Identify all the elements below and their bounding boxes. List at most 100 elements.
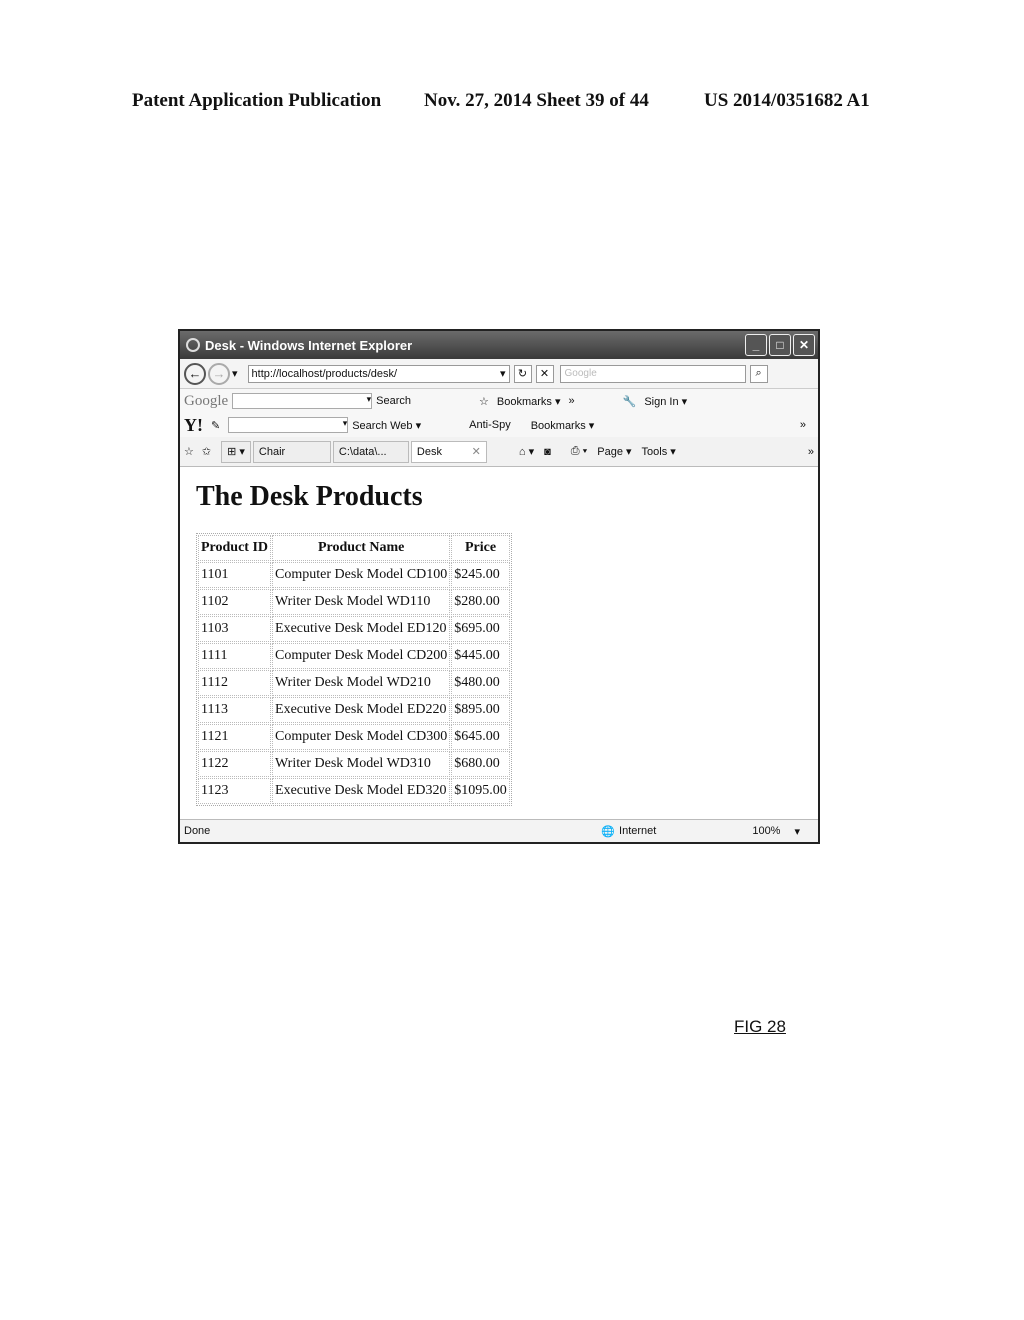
title-bar: Desk - Windows Internet Explorer _ □ ✕ <box>180 331 818 359</box>
publication-type: Patent Application Publication <box>132 90 382 111</box>
zoom-level[interactable]: 100% <box>752 825 780 837</box>
figure-label: FIG 28 <box>734 1017 786 1036</box>
tab-bar: ☆ ✩ ⊞ ▾ Chair C:\data\... Desk ✕ ⌂ ▾ ◙ ⎙ … <box>180 437 818 467</box>
product-id-cell: 1122 <box>198 751 272 777</box>
yahoo-toolbar: Y! ✎ ▾ Search Web ▾ Anti-Spy Bookmarks ▾… <box>180 413 818 437</box>
globe-icon: 🌐 <box>601 825 616 838</box>
status-text: Done <box>184 825 211 837</box>
tab-desk[interactable]: Desk ✕ <box>410 440 487 463</box>
tab-cdata[interactable]: C:\data\... <box>332 440 409 463</box>
sign-in-button[interactable]: Sign In ▾ <box>644 395 687 408</box>
table-row: 1101 Computer Desk Model CD100 $245.00 <box>198 562 510 588</box>
address-toolbar: ← → ▾ http://localhost/products/desk/ ▾ … <box>180 359 818 389</box>
table-header-row: Product ID Product Name Price <box>198 535 510 561</box>
url-dropdown-icon[interactable]: ▾ <box>500 367 506 380</box>
product-id-cell: 1102 <box>198 589 272 615</box>
search-web-button[interactable]: Search Web ▾ <box>352 419 421 432</box>
back-button[interactable]: ← <box>184 362 206 385</box>
minimize-button[interactable]: _ <box>745 334 767 356</box>
search-button[interactable]: ⌕ <box>749 364 768 383</box>
product-name-cell: Writer Desk Model WD110 <box>272 589 451 615</box>
product-id-cell: 1121 <box>198 724 272 750</box>
yahoo-bookmarks-button[interactable]: Bookmarks ▾ <box>531 419 595 432</box>
table-row: 1111 Computer Desk Model CD200 $445.00 <box>198 643 510 669</box>
google-bookmarks-button[interactable]: Bookmarks ▾ <box>497 395 561 408</box>
add-favorites-icon[interactable]: ✩ <box>202 445 211 458</box>
price-cell: $480.00 <box>451 670 510 696</box>
product-name-cell: Executive Desk Model ED120 <box>272 616 451 642</box>
yahoo-more-button[interactable]: » <box>800 419 806 431</box>
col-product-name: Product Name <box>272 535 451 561</box>
product-name-cell: Executive Desk Model ED220 <box>272 697 451 723</box>
status-bar: Done 🌐 Internet 100% ▾ <box>180 819 818 842</box>
price-cell: $445.00 <box>451 643 510 669</box>
address-input[interactable]: http://localhost/products/desk/ ▾ <box>247 364 510 383</box>
print-icon[interactable]: ⎙ ▾ <box>571 445 587 458</box>
stop-button[interactable]: ✕ <box>535 364 554 383</box>
window-title: Desk - Windows Internet Explorer <box>205 337 413 353</box>
product-id-cell: 1101 <box>198 562 272 588</box>
google-logo: Google <box>184 392 229 409</box>
col-price: Price <box>451 535 510 561</box>
google-more-button[interactable]: » <box>569 395 575 407</box>
home-icon[interactable]: ⌂ ▾ <box>519 445 534 458</box>
maximize-button[interactable]: □ <box>769 334 791 356</box>
product-id-cell: 1113 <box>198 697 272 723</box>
feeds-icon[interactable]: ◙ <box>544 446 551 458</box>
yahoo-search-input[interactable]: ▾ <box>228 417 349 433</box>
tools-menu[interactable]: Tools ▾ <box>642 445 676 458</box>
product-name-cell: Computer Desk Model CD100 <box>272 562 451 588</box>
command-more-button[interactable]: » <box>808 446 814 458</box>
product-id-cell: 1103 <box>198 616 272 642</box>
products-table: Product ID Product Name Price 1101 Comput… <box>196 533 512 806</box>
tab-close-icon[interactable]: ✕ <box>472 445 481 458</box>
wrench-icon[interactable]: 🔧 <box>623 395 637 408</box>
table-row: 1113 Executive Desk Model ED220 $895.00 <box>198 697 510 723</box>
product-id-cell: 1112 <box>198 670 272 696</box>
anti-spy-button[interactable]: Anti-Spy <box>469 419 511 431</box>
table-row: 1123 Executive Desk Model ED320 $1095.00 <box>198 778 510 804</box>
page-heading: The Desk Products <box>196 481 423 512</box>
google-search-button[interactable]: Search <box>376 395 411 407</box>
pencil-icon[interactable]: ✎ <box>211 419 220 432</box>
publication-number: US 2014/0351682 A1 <box>704 90 870 111</box>
quick-tabs-button[interactable]: ⊞ ▾ <box>221 440 251 463</box>
price-cell: $245.00 <box>451 562 510 588</box>
col-product-id: Product ID <box>198 535 272 561</box>
google-search-input[interactable]: ▾ <box>232 393 373 409</box>
url-text: http://localhost/products/desk/ <box>251 367 398 380</box>
yahoo-logo: Y! <box>184 414 203 435</box>
page-menu[interactable]: Page ▾ <box>597 445 631 458</box>
close-button[interactable]: ✕ <box>793 334 815 356</box>
favorites-star-icon[interactable]: ☆ <box>184 445 194 458</box>
google-toolbar: Google ▾ Search ☆ Bookmarks ▾ » 🔧 Sign I… <box>180 389 818 413</box>
page-content: The Desk Products Product ID Product Nam… <box>180 467 818 807</box>
product-name-cell: Computer Desk Model CD200 <box>272 643 451 669</box>
zone-text: Internet <box>619 825 657 837</box>
product-id-cell: 1123 <box>198 778 272 804</box>
product-name-cell: Writer Desk Model WD210 <box>272 670 451 696</box>
table-row: 1122 Writer Desk Model WD310 $680.00 <box>198 751 510 777</box>
price-cell: $1095.00 <box>451 778 510 804</box>
price-cell: $645.00 <box>451 724 510 750</box>
table-row: 1121 Computer Desk Model CD300 $645.00 <box>198 724 510 750</box>
ie-logo-icon <box>186 338 200 352</box>
product-id-cell: 1111 <box>198 643 272 669</box>
forward-button[interactable]: → <box>208 362 230 385</box>
zoom-dropdown-icon[interactable]: ▾ <box>794 825 800 838</box>
product-name-cell: Writer Desk Model WD310 <box>272 751 451 777</box>
refresh-button[interactable]: ↻ <box>513 364 532 383</box>
tab-chair[interactable]: Chair <box>252 440 331 463</box>
product-name-cell: Executive Desk Model ED320 <box>272 778 451 804</box>
product-name-cell: Computer Desk Model CD300 <box>272 724 451 750</box>
star-icon[interactable]: ☆ <box>479 395 489 408</box>
search-input[interactable]: Google <box>559 364 746 383</box>
price-cell: $280.00 <box>451 589 510 615</box>
browser-window: Desk - Windows Internet Explorer _ □ ✕ ←… <box>178 329 820 844</box>
price-cell: $680.00 <box>451 751 510 777</box>
history-dropdown-icon[interactable]: ▾ <box>232 367 238 380</box>
table-row: 1103 Executive Desk Model ED120 $695.00 <box>198 616 510 642</box>
price-cell: $895.00 <box>451 697 510 723</box>
table-row: 1102 Writer Desk Model WD110 $280.00 <box>198 589 510 615</box>
table-row: 1112 Writer Desk Model WD210 $480.00 <box>198 670 510 696</box>
